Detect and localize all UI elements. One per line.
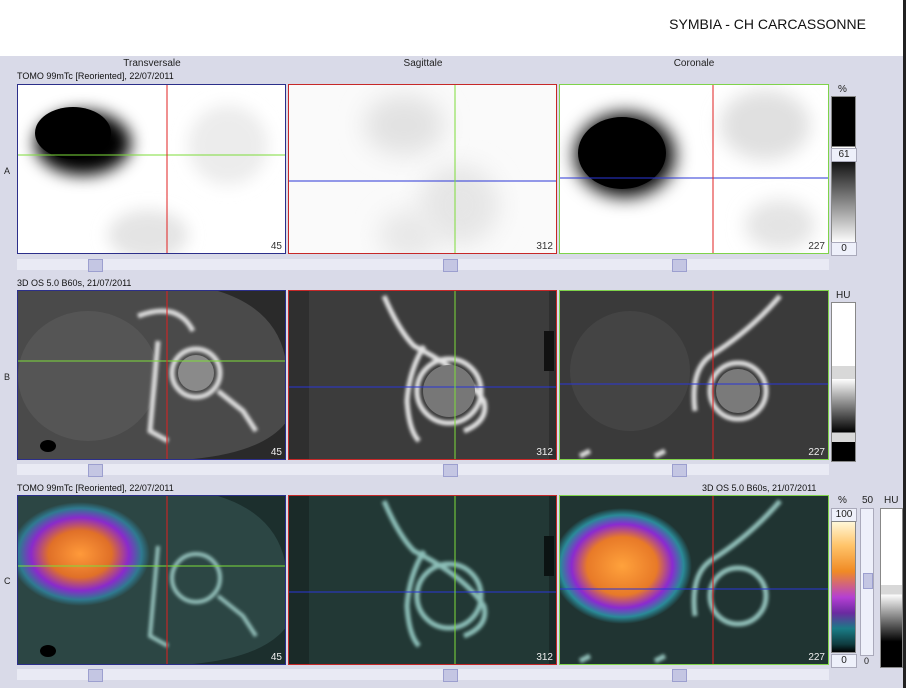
row-label-a: A (4, 166, 11, 176)
viewport-a-transverse[interactable]: 45 (17, 84, 286, 254)
viewport-b-sagittal[interactable]: 312 (288, 290, 557, 460)
spect-image (289, 85, 556, 253)
colorbar-c-grayscale[interactable] (880, 508, 903, 668)
fusion-image (18, 496, 285, 664)
slice-number: 312 (536, 241, 553, 252)
scrollbar-row-a[interactable] (17, 259, 829, 272)
scrollbar-row-c[interactable] (17, 669, 829, 682)
slice-number: 227 (808, 241, 825, 252)
slice-number: 45 (270, 241, 282, 252)
column-header-coronal: Coronale (673, 58, 715, 69)
slice-number: 312 (536, 447, 553, 458)
column-header-transverse: Transversale (123, 58, 181, 69)
colorbar-a-min-value[interactable]: 0 (831, 242, 857, 256)
institution-name: SYMBIA - CH CARCASSONNE (669, 16, 866, 32)
spect-image (18, 85, 285, 253)
slice-number: 45 (270, 447, 282, 458)
colorbar-b-unit: HU (836, 290, 851, 301)
row-b-study-info: 3D OS 5.0 B60s, 21/07/2011 (17, 278, 132, 288)
row-label-c: C (4, 576, 11, 586)
slice-number: 45 (270, 652, 282, 663)
viewport-b-transverse[interactable]: 45 (17, 290, 286, 460)
scrollbar-row-b[interactable] (17, 464, 829, 477)
colorbar-c-ct-unit: HU (884, 495, 899, 506)
scroll-thumb-transverse[interactable] (88, 669, 103, 682)
colorbar-a-unit: % (838, 84, 847, 95)
scroll-thumb-coronal[interactable] (672, 669, 687, 682)
colorbar-b-grayscale[interactable] (831, 302, 856, 462)
viewport-c-transverse[interactable]: 45 (17, 495, 286, 665)
blend-slider-max-label: 50 (862, 495, 874, 506)
ct-image (289, 291, 556, 459)
title-bar: SYMBIA - CH CARCASSONNE (0, 0, 906, 56)
colorbar-c-max-value[interactable]: 100 (831, 508, 857, 522)
ct-image (18, 291, 285, 459)
colorbar-c-hotmetal[interactable] (831, 521, 856, 653)
blend-slider-track[interactable] (860, 508, 874, 656)
scroll-thumb-coronal[interactable] (672, 464, 687, 477)
row-c-study-info-left: TOMO 99mTc [Reoriented], 22/07/2011 (17, 483, 174, 493)
viewport-a-sagittal[interactable]: 312 (288, 84, 557, 254)
blend-slider-min-label: 0 (864, 656, 870, 666)
colorbar-c-unit: % (838, 495, 847, 506)
colorbar-c-min-value[interactable]: 0 (831, 654, 857, 668)
scroll-thumb-sagittal[interactable] (443, 669, 458, 682)
scroll-thumb-transverse[interactable] (88, 464, 103, 477)
colorbar-a-grayscale[interactable] (831, 96, 856, 244)
fusion-image (560, 496, 828, 664)
blend-slider-thumb[interactable] (863, 573, 873, 589)
ct-image (560, 291, 828, 459)
scroll-thumb-transverse[interactable] (88, 259, 103, 272)
viewport-a-coronal[interactable]: 227 (559, 84, 829, 254)
viewport-b-coronal[interactable]: 227 (559, 290, 829, 460)
colorbar-a-window-value[interactable]: 61 (831, 148, 857, 162)
slice-number: 312 (536, 652, 553, 663)
scroll-thumb-sagittal[interactable] (443, 259, 458, 272)
scroll-thumb-coronal[interactable] (672, 259, 687, 272)
viewport-c-coronal[interactable]: 227 (559, 495, 829, 665)
slice-number: 227 (808, 652, 825, 663)
viewport-c-sagittal[interactable]: 312 (288, 495, 557, 665)
spect-image (560, 85, 828, 253)
fusion-image (289, 496, 556, 664)
slice-number: 227 (808, 447, 825, 458)
row-a-study-info: TOMO 99mTc [Reoriented], 22/07/2011 (17, 71, 174, 81)
row-c-study-info-right: 3D OS 5.0 B60s, 21/07/2011 (702, 483, 817, 493)
row-label-b: B (4, 372, 11, 382)
column-header-sagittal: Sagittale (403, 58, 443, 69)
scroll-thumb-sagittal[interactable] (443, 464, 458, 477)
